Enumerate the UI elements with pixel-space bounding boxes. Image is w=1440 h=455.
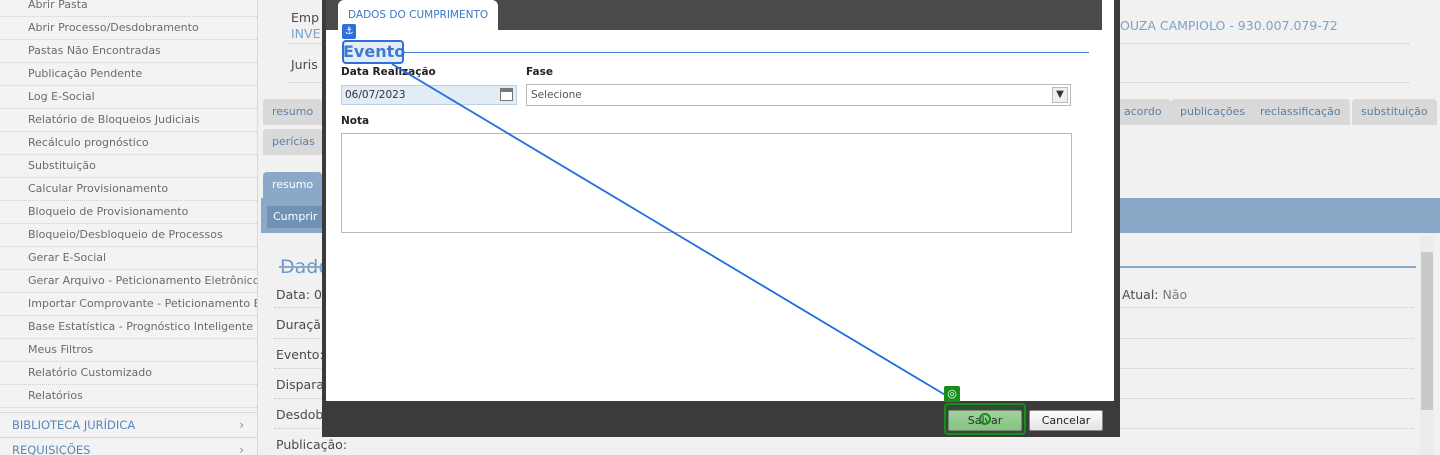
calendar-icon[interactable] — [500, 88, 513, 101]
tab-resumo[interactable]: resumo — [263, 99, 323, 125]
chevron-down-icon[interactable]: ▼ — [1052, 87, 1068, 103]
sidebar-item[interactable]: Recálculo prognóstico — [0, 132, 257, 155]
target-highlight — [944, 403, 1026, 435]
cumprir-button[interactable]: Cumprir I — [267, 206, 331, 228]
sidebar-menu: Abrir Pasta Abrir Processo/Desdobramento P… — [0, 0, 257, 408]
sidebar-item[interactable]: Bloqueio/Desbloqueio de Processos — [0, 224, 257, 247]
scrollbar[interactable] — [1420, 236, 1434, 455]
tab-resumo-active[interactable]: resumo — [263, 172, 323, 198]
nota-label: Nota — [341, 115, 370, 127]
sidebar-item[interactable]: Publicação Pendente — [0, 63, 257, 86]
field-desdobramento: Desdob — [276, 407, 324, 422]
inve-label: INVE — [291, 26, 321, 41]
data-realizacao-input[interactable]: 06/07/2023 — [341, 85, 517, 105]
tab-pericias[interactable]: perícias — [263, 129, 324, 155]
tab-dados-do-cumprimento[interactable]: DADOS DO CUMPRIMENTO — [338, 0, 499, 30]
sidebar-section-label: REQUISIÇÕES — [12, 443, 91, 455]
sidebar-item[interactable]: Meus Filtros — [0, 339, 257, 362]
field-evento: Evento: — [276, 347, 324, 362]
sidebar-item[interactable]: Gerar E-Social — [0, 247, 257, 270]
sidebar-item[interactable]: Importar Comprovante - Peticionamento El… — [0, 293, 257, 316]
sidebar-item[interactable]: Abrir Pasta — [0, 0, 257, 17]
sidebar-section-biblioteca[interactable]: BIBLIOTECA JURÍDICA › — [0, 412, 257, 436]
anchor-icon: ⚓ — [342, 24, 356, 39]
field-atual-label: Atual: — [1122, 287, 1159, 302]
anchor-highlight — [342, 40, 404, 64]
field-duracao: Duraçã — [276, 317, 321, 332]
tab-reclassificacao[interactable]: reclassificação — [1251, 99, 1350, 125]
sidebar-section-requisicoes[interactable]: REQUISIÇÕES › — [0, 437, 257, 455]
field-atual-value: Não — [1162, 287, 1188, 302]
sidebar-section-label: BIBLIOTECA JURÍDICA — [12, 418, 136, 432]
sidebar-item[interactable]: Substituição — [0, 155, 257, 178]
chevron-right-icon: › — [239, 418, 244, 432]
target-icon: ◎ — [944, 386, 960, 402]
cancel-button[interactable]: Cancelar — [1029, 410, 1103, 431]
tab-acordo[interactable]: acordo — [1115, 99, 1171, 125]
sidebar-item[interactable]: Gerar Arquivo - Peticionamento Eletrônic… — [0, 270, 257, 293]
fase-select-value: Selecione — [531, 89, 582, 101]
sidebar-item[interactable]: Base Estatística - Prognóstico Inteligen… — [0, 316, 257, 339]
sidebar-item[interactable]: Log E-Social — [0, 86, 257, 109]
sidebar-item[interactable]: Relatórios — [0, 385, 257, 408]
modal-dialog: DADOS DO CUMPRIMENTO Evento Data Realiza… — [326, 0, 1114, 401]
field-disparado: Dispara — [276, 377, 325, 392]
sidebar-item[interactable]: Pastas Não Encontradas — [0, 40, 257, 63]
evento-section-divider — [404, 52, 1089, 53]
fase-label: Fase — [526, 66, 554, 78]
modal-header: DADOS DO CUMPRIMENTO — [326, 0, 1102, 30]
fase-select[interactable]: Selecione ▼ — [526, 84, 1071, 106]
data-realizacao-value: 06/07/2023 — [345, 89, 406, 101]
sidebar: Abrir Pasta Abrir Processo/Desdobramento P… — [0, 0, 258, 455]
owner-text: OUZA CAMPIOLO - 930.007.079-72 — [1120, 18, 1338, 33]
sidebar-item[interactable]: Abrir Processo/Desdobramento — [0, 17, 257, 40]
field-data: Data: 0 — [276, 287, 322, 302]
juris-label: Juris — [291, 57, 318, 72]
chevron-right-icon: › — [239, 443, 244, 455]
scrollbar-thumb[interactable] — [1421, 252, 1433, 410]
tab-publicacoes[interactable]: publicações — [1171, 99, 1255, 125]
sidebar-item[interactable]: Relatório de Bloqueios Judiciais — [0, 109, 257, 132]
sidebar-item[interactable]: Calcular Provisionamento — [0, 178, 257, 201]
tab-substituicao[interactable]: substituição — [1352, 99, 1437, 125]
data-realizacao-label: Data Realização — [341, 66, 436, 78]
sidebar-item[interactable]: Bloqueio de Provisionamento — [0, 201, 257, 224]
emp-label: Emp — [291, 10, 320, 25]
nota-textarea[interactable] — [341, 133, 1072, 233]
field-atual: Atual: Não — [1122, 287, 1187, 302]
field-publicacao: Publicação: — [276, 437, 348, 452]
sidebar-item[interactable]: Relatório Customizado — [0, 362, 257, 385]
